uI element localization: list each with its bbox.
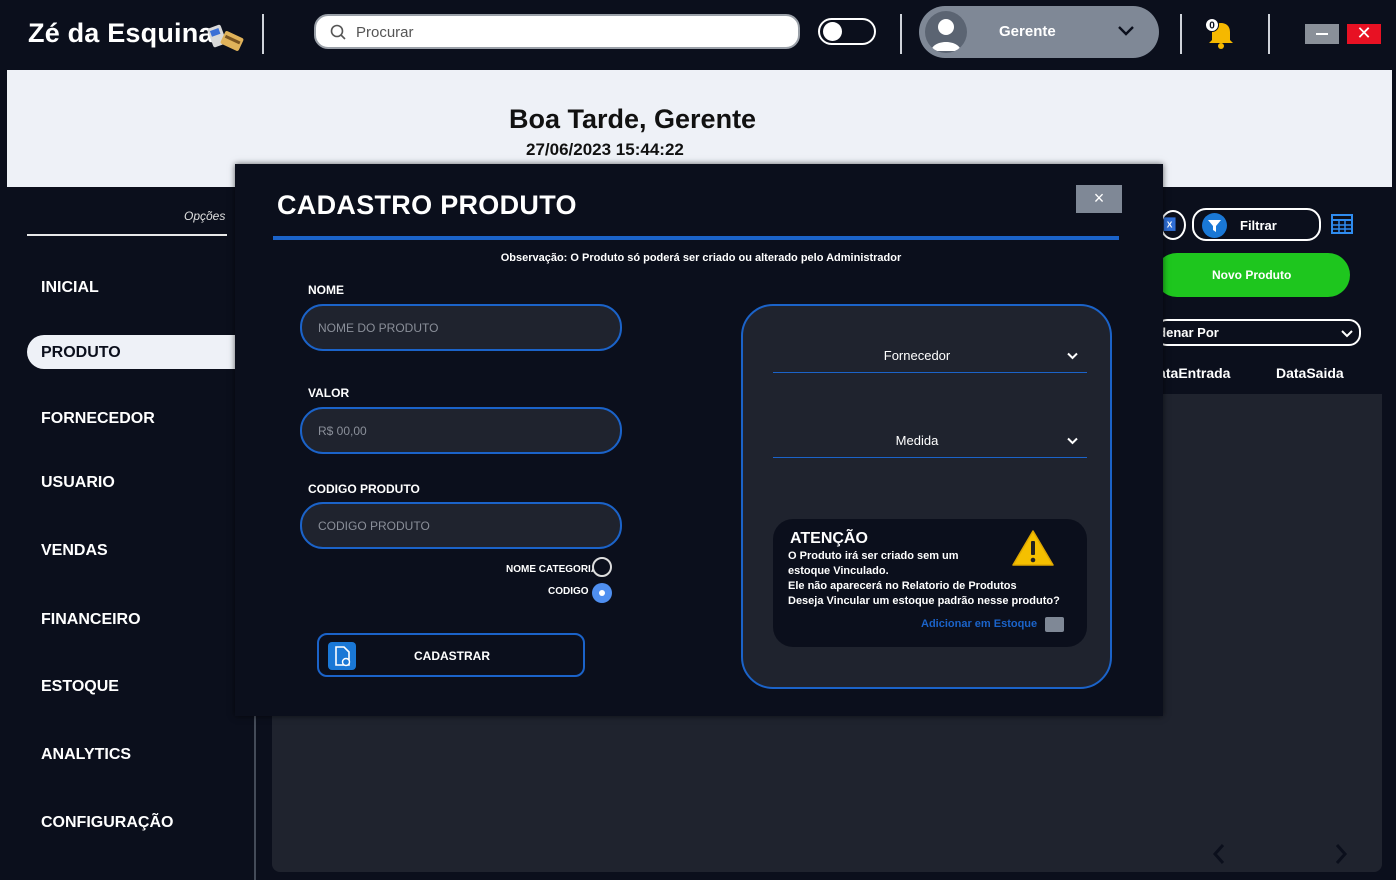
sidebar-item-label: ANALYTICS xyxy=(41,746,132,763)
add-document-icon xyxy=(328,642,356,670)
app-title: Zé da Esquina xyxy=(28,18,214,48)
theme-toggle[interactable] xyxy=(818,18,876,45)
name-field[interactable] xyxy=(300,304,622,351)
chevron-down-icon xyxy=(1067,352,1078,360)
sidebar-item-label: PRODUTO xyxy=(41,344,121,361)
name-input[interactable] xyxy=(318,319,598,337)
user-icon xyxy=(931,19,961,51)
sort-label: Ordenar Por xyxy=(1157,325,1219,340)
sidebar-item-vendas[interactable]: VENDAS xyxy=(27,533,267,567)
toggle-knob xyxy=(823,22,842,41)
user-menu[interactable]: Gerente xyxy=(919,6,1159,58)
sidebar-item-analytics[interactable]: ANALYTICS xyxy=(27,737,267,771)
radio-code-label: CODIGO xyxy=(548,586,589,597)
new-product-label: Novo Produto xyxy=(1212,268,1292,282)
chevron-left-icon[interactable] xyxy=(1212,843,1226,865)
warning-line: estoque Vinculado. xyxy=(788,565,889,577)
code-field[interactable] xyxy=(300,502,622,549)
minimize-button[interactable] xyxy=(1305,24,1339,44)
table-header: DataEntrada DataSaida xyxy=(1160,352,1382,394)
code-label: CODIGO PRODUTO xyxy=(308,482,420,496)
warning-box: ATENÇÃO O Produto irá ser criado sem um … xyxy=(773,519,1087,647)
sidebar-item-label: VENDAS xyxy=(41,542,108,559)
chevron-down-icon xyxy=(1118,26,1134,36)
sidebar-item-label: USUARIO xyxy=(41,474,115,491)
new-product-button[interactable]: Novo Produto xyxy=(1155,253,1350,297)
separator xyxy=(262,14,264,54)
divider xyxy=(273,236,1119,240)
greeting-text: Boa Tarde, Gerente xyxy=(509,104,757,134)
chevron-right-icon[interactable] xyxy=(1334,843,1348,865)
chevron-down-icon xyxy=(1341,330,1353,338)
sidebar-item-produto[interactable]: PRODUTO xyxy=(27,335,267,369)
radio-category[interactable] xyxy=(592,557,612,577)
value-input[interactable] xyxy=(318,422,598,440)
warning-line: Deseja Vincular um estoque padrão nesse … xyxy=(788,595,1060,607)
filter-icon xyxy=(1202,213,1227,238)
warning-line: Ele não aparecerá no Relatorio de Produt… xyxy=(788,580,1017,592)
sidebar-item-inicial[interactable]: INICIAL xyxy=(27,270,267,304)
radio-code[interactable] xyxy=(592,583,612,603)
column-header: DataSaida xyxy=(1276,365,1344,381)
sidebar-item-configuracao[interactable]: CONFIGURAÇÃO xyxy=(27,805,267,839)
sidebar-title: Opções xyxy=(184,209,226,223)
excel-export-button[interactable]: X xyxy=(1160,210,1186,240)
warning-line: O Produto irá ser criado sem um xyxy=(788,550,959,562)
avatar xyxy=(925,11,967,53)
table-view-icon[interactable] xyxy=(1331,214,1353,234)
sidebar: Opções INICIAL PRODUTO FORNECEDOR USUARI… xyxy=(2,192,267,880)
notification-bell-icon[interactable]: 0 xyxy=(1203,16,1237,50)
options-card: Fornecedor Medida ATENÇÃO O Produto irá … xyxy=(741,304,1112,689)
sidebar-item-label: ESTOQUE xyxy=(41,678,119,695)
sidebar-item-label: FORNECEDOR xyxy=(41,410,155,427)
modal-close-button[interactable]: × xyxy=(1076,185,1122,213)
sidebar-item-label: FINANCEIRO xyxy=(41,611,141,628)
search-icon xyxy=(330,24,346,40)
notification-count: 0 xyxy=(1209,21,1215,32)
sidebar-item-label: CONFIGURAÇÃO xyxy=(41,814,174,831)
separator xyxy=(1180,14,1182,54)
search-bar[interactable] xyxy=(314,14,800,49)
supplier-select-label: Fornecedor xyxy=(883,348,951,363)
sidebar-item-financeiro[interactable]: FINANCEIRO xyxy=(27,602,267,636)
sort-dropdown[interactable]: Ordenar Por xyxy=(1155,319,1361,346)
separator xyxy=(900,14,902,54)
name-label: NOME xyxy=(308,283,344,297)
excel-icon: X xyxy=(1163,217,1176,231)
register-label: CADASTRAR xyxy=(414,649,490,663)
pos-terminal-icon xyxy=(208,24,244,51)
add-stock-label[interactable]: Adicionar em Estoque xyxy=(921,618,1037,630)
search-input[interactable] xyxy=(356,21,776,43)
supplier-select[interactable]: Fornecedor xyxy=(773,339,1087,373)
close-window-button[interactable]: ✕ xyxy=(1347,24,1381,44)
unit-select-label: Medida xyxy=(895,433,939,448)
value-field[interactable] xyxy=(300,407,622,454)
divider xyxy=(27,234,227,236)
sidebar-item-estoque[interactable]: ESTOQUE xyxy=(27,669,267,703)
sidebar-item-fornecedor[interactable]: FORNECEDOR xyxy=(27,401,267,435)
admin-note: Observação: O Produto só poderá ser cria… xyxy=(500,252,902,264)
user-name: Gerente xyxy=(999,23,1056,40)
sidebar-item-label: INICIAL xyxy=(41,279,99,296)
radio-category-label: NOME CATEGORIA xyxy=(506,564,599,575)
separator xyxy=(1268,14,1270,54)
warning-icon xyxy=(1012,530,1054,566)
product-register-modal: CADASTRO PRODUTO × Observação: O Produto… xyxy=(235,164,1163,716)
svg-text:X: X xyxy=(1167,220,1173,230)
register-button[interactable]: CADASTRAR xyxy=(317,633,585,677)
unit-select[interactable]: Medida xyxy=(773,424,1087,458)
sidebar-item-usuario[interactable]: USUARIO xyxy=(27,465,267,499)
add-stock-checkbox[interactable] xyxy=(1045,617,1064,632)
datetime-text: 27/06/2023 15:44:22 xyxy=(526,140,684,159)
filter-button[interactable]: Filtrar xyxy=(1192,208,1321,241)
chevron-down-icon xyxy=(1067,437,1078,445)
column-header: DataEntrada xyxy=(1160,365,1231,381)
top-bar: Zé da Esquina Gerente 0 xyxy=(0,0,1396,68)
code-input[interactable] xyxy=(318,517,598,535)
filter-label: Filtrar xyxy=(1240,218,1277,233)
value-label: VALOR xyxy=(308,386,350,400)
warning-title: ATENÇÃO xyxy=(790,530,868,547)
modal-title: CADASTRO PRODUTO xyxy=(277,190,577,220)
